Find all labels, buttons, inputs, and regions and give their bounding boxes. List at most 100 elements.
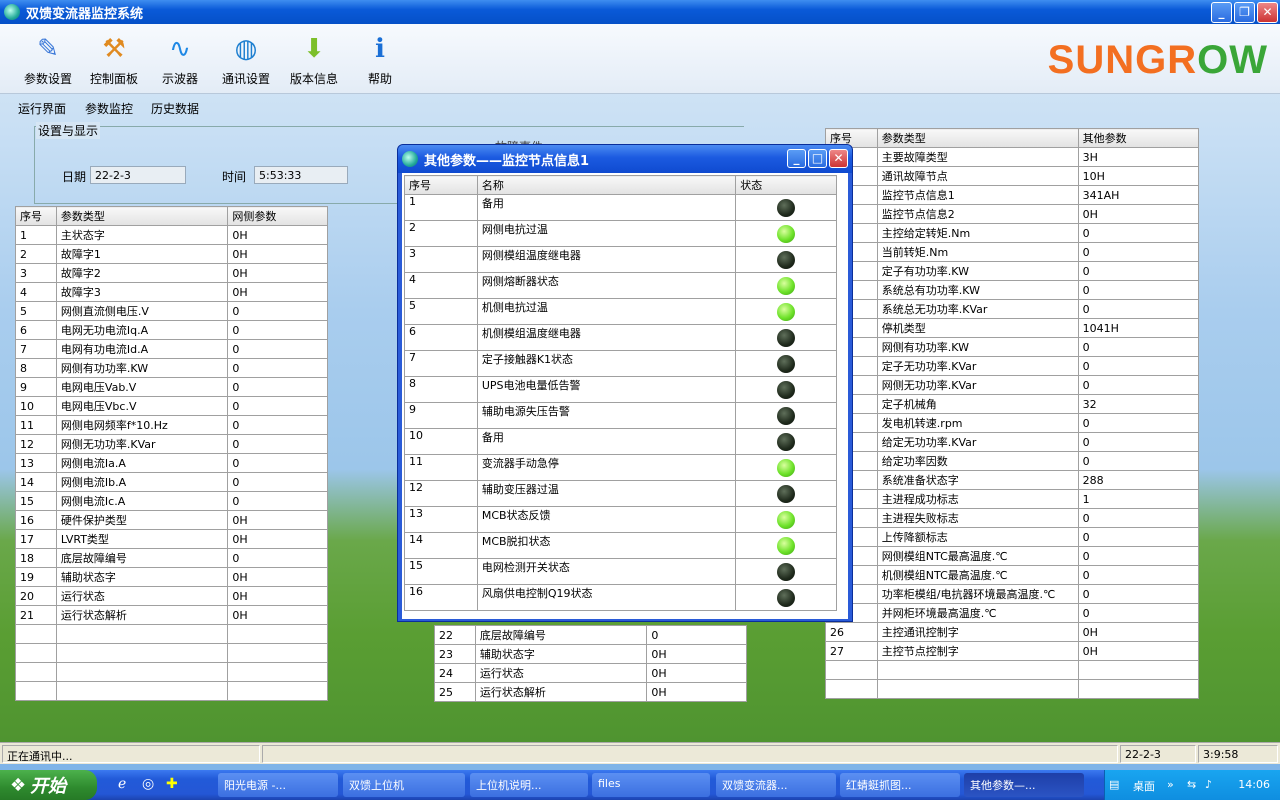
table-row[interactable]	[15, 643, 328, 663]
table-row[interactable]: 26 主控通讯控制字 0H	[825, 622, 1200, 642]
menu-history[interactable]: 历史数据	[151, 100, 199, 117]
close-button[interactable]: ✕	[1257, 2, 1278, 23]
minimize-button[interactable]: _	[1211, 2, 1232, 23]
table-row[interactable]: 10 电网电压Vbc.V 0	[15, 396, 328, 416]
menu-param-monitor[interactable]: 参数监控	[85, 100, 133, 117]
table-row[interactable]: 13 网侧电流Ia.A 0	[15, 453, 328, 473]
table-row[interactable]: 9系统总无功功率.KVar0	[825, 299, 1200, 319]
table-row[interactable]: 18 底层故障编号 0	[15, 548, 328, 568]
table-row[interactable]: 12 网侧无功功率.KVar 0	[15, 434, 328, 454]
table-row[interactable]: 19主进程成功标志1	[825, 489, 1200, 509]
restore-button[interactable]: ❐	[1234, 2, 1255, 23]
table-row[interactable]: 16给定无功功率.KVar0	[825, 432, 1200, 452]
network-icon[interactable]: ⇆	[1187, 778, 1196, 791]
node-status-row[interactable]: 3 网侧模组温度继电器	[404, 246, 837, 273]
table-row[interactable]: 11 网侧电网频率f*10.Hz 0	[15, 415, 328, 435]
taskbar-window-button[interactable]: 红蜻蜓抓图...	[840, 773, 960, 797]
quicklaunch-media-icon[interactable]: ✚	[166, 776, 178, 792]
node-status-row[interactable]: 14 MCB脱扣状态	[404, 532, 837, 559]
volume-icon[interactable]: ♪	[1205, 778, 1212, 791]
node-status-row[interactable]: 9 辅助电源失压告警	[404, 402, 837, 429]
node-status-row[interactable]: 5 机侧电抗过温	[404, 298, 837, 325]
toolbar-oscilloscope-button[interactable]: ∿ 示波器	[146, 32, 214, 87]
node-status-row[interactable]: 1 备用	[404, 194, 837, 221]
table-row[interactable]: 8 网侧有功功率.KW 0	[15, 358, 328, 378]
column-header[interactable]: 序号	[15, 206, 57, 226]
table-row[interactable]: 11网侧有功功率.KW0	[825, 337, 1200, 357]
table-row[interactable]: 20 运行状态 0H	[15, 586, 328, 606]
dialog-minimize-button[interactable]: _	[787, 149, 806, 168]
toolbar-tools-button[interactable]: ⚒ 控制面板	[80, 32, 148, 87]
table-row[interactable]: 1 主状态字 0H	[15, 225, 328, 245]
column-header[interactable]: 参数类型	[55, 206, 229, 226]
column-header[interactable]: 其他参数	[1077, 128, 1200, 148]
table-row[interactable]: 4监控节点信息20H	[825, 204, 1200, 224]
toolbar-globe-button[interactable]: ◍ 通讯设置	[212, 32, 280, 87]
table-row[interactable]: 7 电网有功电流Id.A 0	[15, 339, 328, 359]
expand-tray-icon[interactable]: »	[1167, 778, 1174, 791]
table-row[interactable]: 17 LVRT类型 0H	[15, 529, 328, 549]
node-status-row[interactable]: 6 机侧模组温度继电器	[404, 324, 837, 351]
dialog-title-bar[interactable]: 其他参数——监控节点信息1 _ □ ✕	[398, 145, 852, 173]
node-status-row[interactable]: 15 电网检测开关状态	[404, 558, 837, 585]
table-row[interactable]: 21 运行状态解析 0H	[15, 605, 328, 625]
table-row[interactable]: 19 辅助状态字 0H	[15, 567, 328, 587]
table-row[interactable]: 20主进程失败标志0	[825, 508, 1200, 528]
table-row[interactable]: 23机侧模组NTC最高温度.℃0	[825, 565, 1200, 585]
table-row[interactable]: 2 故障字1 0H	[15, 244, 328, 264]
table-row[interactable]: 6 电网无功电流Iq.A 0	[15, 320, 328, 340]
table-row[interactable]: 5 网侧直流侧电压.V 0	[15, 301, 328, 321]
table-row[interactable]: 23 辅助状态字 0H	[434, 644, 747, 664]
desktop-label[interactable]: 桌面	[1133, 778, 1155, 794]
table-row[interactable]: 25并网柜环境最高温度.℃0	[825, 603, 1200, 623]
table-row[interactable]: 27 主控节点控制字 0H	[825, 641, 1200, 661]
table-row[interactable]: 4 故障字3 0H	[15, 282, 328, 302]
table-row[interactable]	[15, 662, 328, 682]
table-row[interactable]: 10停机类型1041H	[825, 318, 1200, 338]
column-header[interactable]: 参数类型	[876, 128, 1079, 148]
node-status-row[interactable]: 7 定子接触器K1状态	[404, 350, 837, 377]
dialog-close-button[interactable]: ✕	[829, 149, 848, 168]
menu-run[interactable]: 运行界面	[18, 100, 66, 117]
node-status-row[interactable]: 16 风扇供电控制Q19状态	[404, 584, 837, 611]
table-row[interactable]	[825, 660, 1200, 680]
node-status-row[interactable]: 8 UPS电池电量低告警	[404, 376, 837, 403]
table-row[interactable]: 21上传降额标志0	[825, 527, 1200, 547]
table-row[interactable]: 25 运行状态解析 0H	[434, 682, 747, 702]
table-row[interactable]: 7定子有功功率.KW0	[825, 261, 1200, 281]
table-row[interactable]	[15, 624, 328, 644]
table-row[interactable]	[15, 681, 328, 701]
table-row[interactable]: 18系统准备状态字288	[825, 470, 1200, 490]
dialog-maximize-button[interactable]: □	[808, 149, 827, 168]
table-row[interactable]: 14定子机械角32	[825, 394, 1200, 414]
taskbar-window-button[interactable]: 双馈上位机	[343, 773, 465, 797]
node-status-row[interactable]: 2 网侧电抗过温	[404, 220, 837, 247]
table-row[interactable]: 16 硬件保护类型 0H	[15, 510, 328, 530]
taskbar-window-button[interactable]: 阳光电源 -...	[218, 773, 338, 797]
table-row[interactable]: 2通讯故障节点10H	[825, 166, 1200, 186]
toolbar-info-button[interactable]: ℹ 帮助	[346, 32, 414, 87]
table-row[interactable]: 6当前转矩.Nm0	[825, 242, 1200, 262]
table-row[interactable]: 8系统总有功功率.KW0	[825, 280, 1200, 300]
table-row[interactable]: 15发电机转速.rpm0	[825, 413, 1200, 433]
table-row[interactable]: 24功率柜模组/电抗器环境最高温度.℃0	[825, 584, 1200, 604]
toolbar-settings-button[interactable]: ✎ 参数设置	[14, 32, 82, 87]
table-row[interactable]: 17给定功率因数0	[825, 451, 1200, 471]
column-header[interactable]: 网侧参数	[227, 206, 328, 226]
table-row[interactable]: 22 底层故障编号 0	[434, 625, 747, 645]
table-row[interactable]: 14 网侧电流Ib.A 0	[15, 472, 328, 492]
taskbar-window-button[interactable]: 双馈变流器...	[716, 773, 836, 797]
table-row[interactable]: 22网侧模组NTC最高温度.℃0	[825, 546, 1200, 566]
time-field[interactable]: 5:53:33	[254, 166, 348, 184]
table-row[interactable]: 3 故障字2 0H	[15, 263, 328, 283]
table-row[interactable]	[825, 679, 1200, 699]
quicklaunch-ie-icon[interactable]: ℯ	[118, 776, 126, 792]
table-row[interactable]: 9 电网电压Vab.V 0	[15, 377, 328, 397]
table-row[interactable]: 1主要故障类型3H	[825, 147, 1200, 167]
column-header[interactable]: 名称	[476, 175, 737, 195]
column-header[interactable]: 状态	[735, 175, 837, 195]
table-row[interactable]: 3监控节点信息1341AH	[825, 185, 1200, 205]
date-field[interactable]: 22-2-3	[90, 166, 186, 184]
keyboard-icon[interactable]: ▤	[1109, 778, 1119, 791]
toolbar-download-button[interactable]: ⬇ 版本信息	[280, 32, 348, 87]
